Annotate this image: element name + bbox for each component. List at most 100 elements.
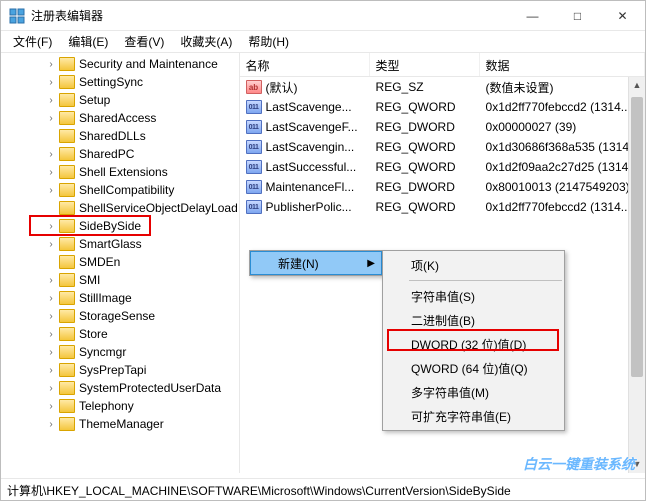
expander-icon[interactable]: › — [45, 59, 57, 70]
binary-value-icon — [246, 140, 262, 154]
expander-icon[interactable]: › — [45, 149, 57, 160]
list-row[interactable]: MaintenanceFl...REG_DWORD0x80010013 (214… — [240, 177, 645, 197]
expander-icon[interactable]: › — [45, 329, 57, 340]
folder-icon — [59, 309, 75, 323]
tree-item-security-and-maintenance[interactable]: › Security and Maintenance — [1, 55, 239, 73]
tree-item-shellcompatibility[interactable]: › ShellCompatibility — [1, 181, 239, 199]
string-value-icon — [246, 80, 262, 94]
expander-icon[interactable]: › — [45, 185, 57, 196]
tree-item-label: SettingSync — [79, 75, 143, 89]
expander-icon[interactable]: › — [45, 95, 57, 106]
tree-item-store[interactable]: ›Store — [1, 325, 239, 343]
scroll-thumb[interactable] — [631, 97, 643, 377]
menu-item-expand[interactable]: 可扩充字符串值(E) — [383, 404, 564, 428]
tree-item-stillimage[interactable]: ›StillImage — [1, 289, 239, 307]
expander-icon[interactable]: › — [45, 167, 57, 178]
menu-item-binary[interactable]: 二进制值(B) — [383, 308, 564, 332]
tree-item-settingsync[interactable]: › SettingSync — [1, 73, 239, 91]
folder-icon — [59, 57, 75, 71]
value-type: REG_QWORD — [370, 100, 480, 114]
expander-icon[interactable]: › — [45, 77, 57, 88]
tree-item-sharedpc[interactable]: ›SharedPC — [1, 145, 239, 163]
menu-favorites[interactable]: 收藏夹(A) — [174, 31, 238, 52]
value-data: 0x1d2ff770febccd2 (1314... — [480, 200, 645, 214]
col-type[interactable]: 类型 — [370, 53, 480, 76]
expander-icon[interactable]: › — [45, 401, 57, 412]
tree-item-systemprotecteduserdata[interactable]: ›SystemProtectedUserData — [1, 379, 239, 397]
menu-edit[interactable]: 编辑(E) — [62, 31, 114, 52]
expander-icon[interactable]: › — [45, 275, 57, 286]
folder-icon — [59, 381, 75, 395]
expander-icon[interactable]: › — [45, 365, 57, 376]
list-row[interactable]: PublisherPolic...REG_QWORD0x1d2ff770febc… — [240, 197, 645, 217]
tree-item-smi[interactable]: › SMI — [1, 271, 239, 289]
list-body: (默认)REG_SZ(数值未设置)LastScavenge...REG_QWOR… — [240, 77, 645, 217]
tree-item-thememanager[interactable]: › ThemeManager — [1, 415, 239, 433]
context-menu-new: 项(K) 字符串值(S) 二进制值(B) DWORD (32 位)值(D) QW… — [382, 250, 565, 431]
list-row[interactable]: LastSuccessful...REG_QWORD0x1d2f09aa2c27… — [240, 157, 645, 177]
expander-icon[interactable]: › — [45, 419, 57, 430]
tree-item-telephony[interactable]: ›Telephony — [1, 397, 239, 415]
tree-item-sharedaccess[interactable]: ›SharedAccess — [1, 109, 239, 127]
vertical-scrollbar[interactable]: ▲ ▼ — [628, 77, 645, 473]
scroll-down-icon[interactable]: ▼ — [629, 456, 645, 473]
value-name: MaintenanceFl... — [266, 180, 355, 194]
folder-icon — [59, 255, 75, 269]
tree-item-syspreptapi[interactable]: ›SysPrepTapi — [1, 361, 239, 379]
menu-help[interactable]: 帮助(H) — [242, 31, 295, 52]
tree-item-label: SMI — [79, 273, 100, 287]
menu-separator — [409, 280, 562, 281]
scroll-up-icon[interactable]: ▲ — [629, 77, 645, 94]
tree-item-label: ThemeManager — [79, 417, 164, 431]
menu-item-key[interactable]: 项(K) — [383, 253, 564, 277]
folder-icon — [59, 237, 75, 251]
close-button[interactable]: ✕ — [600, 1, 645, 31]
value-type: REG_QWORD — [370, 140, 480, 154]
folder-icon — [59, 201, 75, 215]
expander-icon[interactable]: › — [45, 311, 57, 322]
tree-item-syncmgr[interactable]: ›Syncmgr — [1, 343, 239, 361]
tree-item-smartglass[interactable]: ›SmartGlass — [1, 235, 239, 253]
binary-value-icon — [246, 120, 262, 134]
window-title: 注册表编辑器 — [31, 7, 510, 24]
menu-item-string[interactable]: 字符串值(S) — [383, 284, 564, 308]
tree-item-label: Security and Maintenance — [79, 57, 218, 71]
menu-item-new[interactable]: 新建(N) ▶ — [250, 251, 382, 275]
menu-file[interactable]: 文件(F) — [7, 31, 58, 52]
submenu-arrow-icon: ▶ — [367, 258, 375, 269]
expander-icon[interactable]: › — [45, 221, 57, 232]
list-row[interactable]: LastScavengeF...REG_DWORD0x00000027 (39) — [240, 117, 645, 137]
folder-icon — [59, 291, 75, 305]
tree-item-storagesense[interactable]: ›StorageSense — [1, 307, 239, 325]
folder-icon — [59, 417, 75, 431]
tree-item-shell-extensions[interactable]: ›Shell Extensions — [1, 163, 239, 181]
tree-item-shellserviceobjectdelayload[interactable]: ShellServiceObjectDelayLoad — [1, 199, 239, 217]
expander-icon[interactable]: › — [45, 347, 57, 358]
list-row[interactable]: (默认)REG_SZ(数值未设置) — [240, 77, 645, 97]
folder-icon — [59, 219, 75, 233]
list-row[interactable]: LastScavenge...REG_QWORD0x1d2ff770febccd… — [240, 97, 645, 117]
col-name[interactable]: 名称 — [240, 53, 370, 76]
value-type: REG_SZ — [370, 80, 480, 94]
tree-item-setup[interactable]: ›Setup — [1, 91, 239, 109]
list-row[interactable]: LastScavengin...REG_QWORD0x1d30686f368a5… — [240, 137, 645, 157]
folder-icon — [59, 93, 75, 107]
menu-item-new-label: 新建(N) — [278, 255, 319, 272]
expander-icon[interactable]: › — [45, 113, 57, 124]
tree-item-label: ShellCompatibility — [79, 183, 174, 197]
menu-view[interactable]: 查看(V) — [118, 31, 170, 52]
tree-item-sidebyside[interactable]: ›SideBySide — [1, 217, 239, 235]
tree-view[interactable]: › Security and Maintenance › SettingSync ›Se… — [1, 53, 240, 473]
tree-item-shareddlls[interactable]: SharedDLLs — [1, 127, 239, 145]
menu-item-qword[interactable]: QWORD (64 位)值(Q) — [383, 356, 564, 380]
maximize-button[interactable]: □ — [555, 1, 600, 31]
tree-item-smden[interactable]: SMDEn — [1, 253, 239, 271]
menu-item-multi[interactable]: 多字符串值(M) — [383, 380, 564, 404]
expander-icon[interactable]: › — [45, 293, 57, 304]
col-data[interactable]: 数据 — [480, 53, 645, 76]
status-path: 计算机\HKEY_LOCAL_MACHINE\SOFTWARE\Microsof… — [7, 484, 511, 498]
minimize-button[interactable]: — — [510, 1, 555, 31]
expander-icon[interactable]: › — [45, 383, 57, 394]
menu-item-dword[interactable]: DWORD (32 位)值(D) — [383, 332, 564, 356]
expander-icon[interactable]: › — [45, 239, 57, 250]
